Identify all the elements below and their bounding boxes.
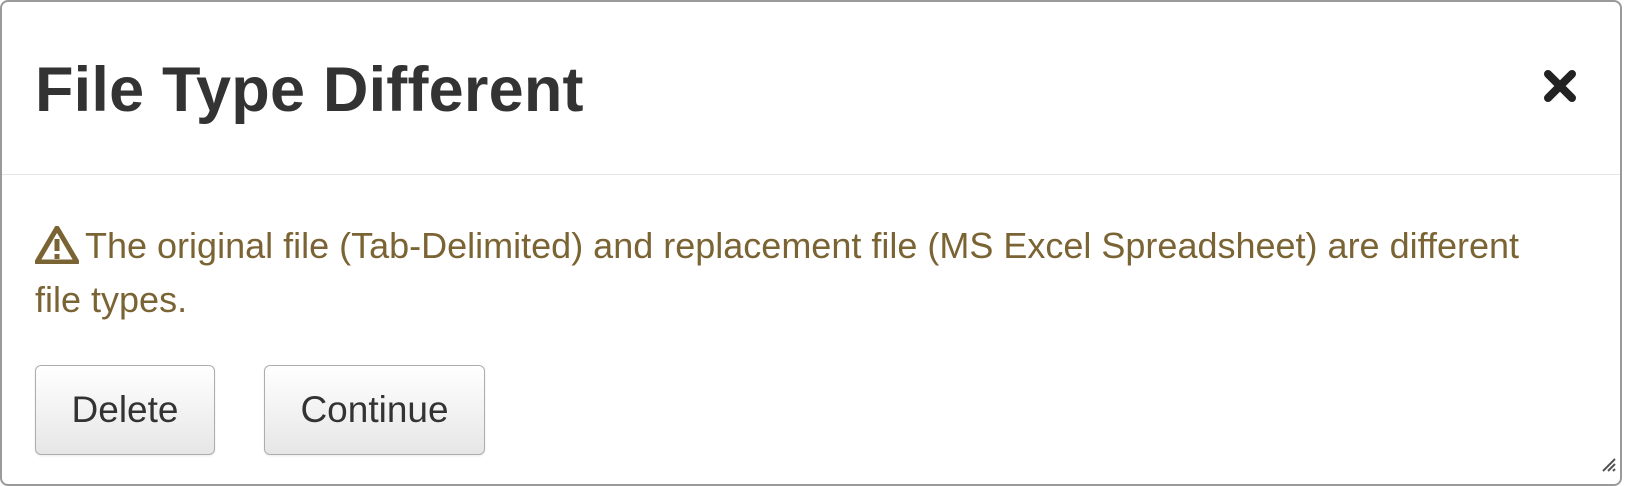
dialog-title: File Type Different	[35, 55, 584, 125]
warning-triangle-icon	[35, 226, 79, 264]
delete-button[interactable]: Delete	[35, 365, 215, 455]
close-icon	[1544, 70, 1576, 102]
dialog-header: File Type Different	[2, 2, 1620, 175]
file-type-dialog: File Type Different The original file (T…	[0, 0, 1622, 486]
close-button[interactable]	[1538, 64, 1582, 108]
warning-message-text: The original file (Tab-Delimited) and re…	[35, 225, 1520, 320]
resize-grip-icon[interactable]	[1598, 454, 1616, 472]
continue-button[interactable]: Continue	[264, 365, 485, 455]
warning-message: The original file (Tab-Delimited) and re…	[35, 219, 1535, 327]
